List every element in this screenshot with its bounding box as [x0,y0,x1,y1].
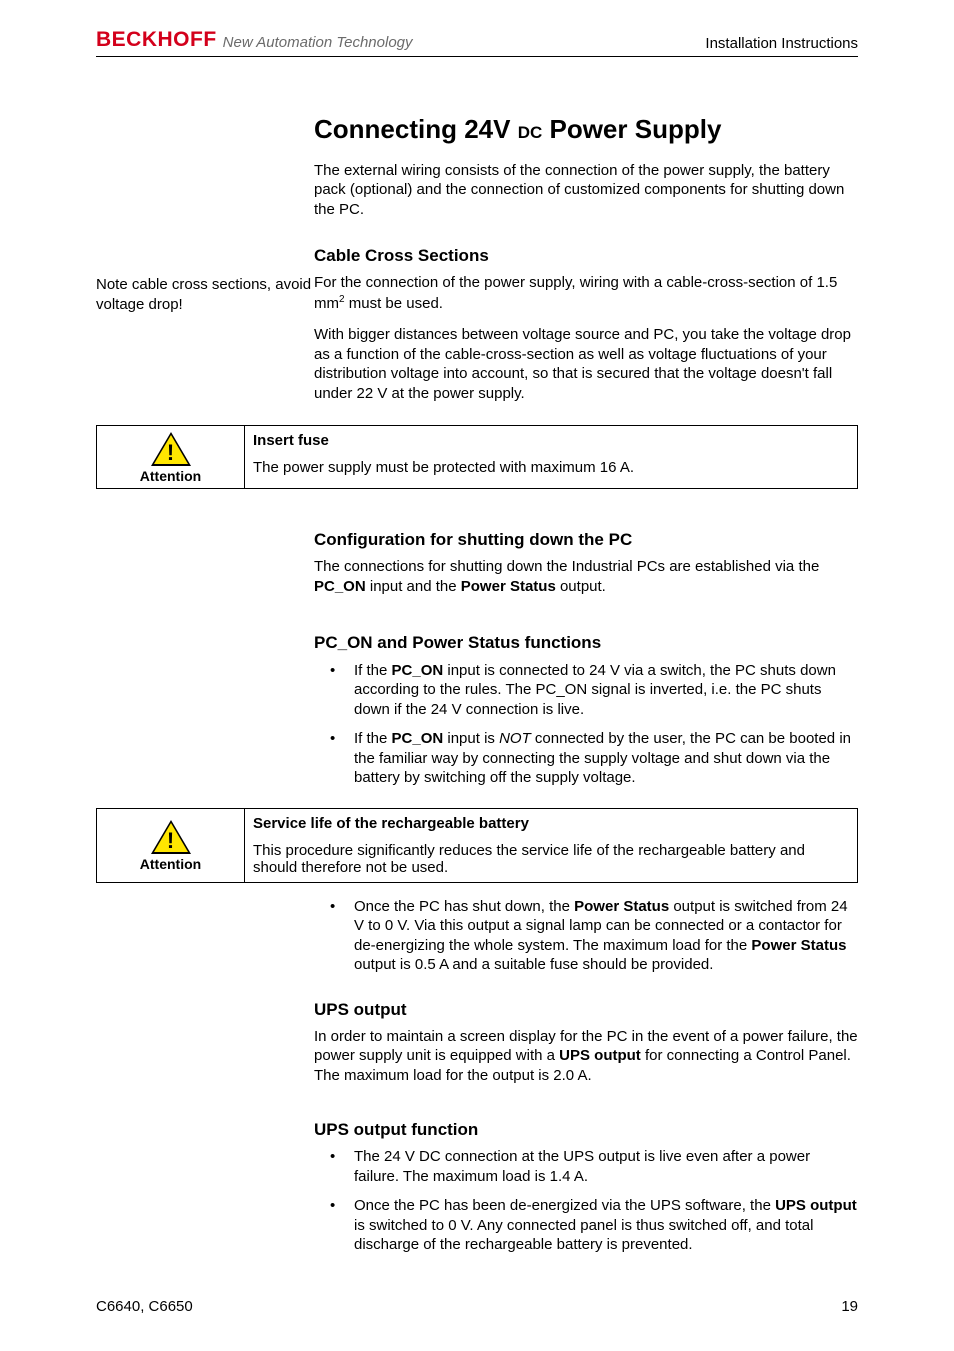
uf2-c: is switched to 0 V. Any connected panel … [354,1217,813,1254]
attention-label: Attention [140,468,201,484]
config-p1: The connections for shutting down the In… [314,557,858,596]
warning-icon: ! [151,820,191,854]
aa-d: Power Status [751,937,846,954]
header-section-label: Installation Instructions [705,35,858,52]
li2-c: input is [443,730,499,747]
sidenote-cable: Note cable cross sections, avoid voltage… [96,273,314,415]
cable-p1-b: must be used. [345,295,443,312]
attention-text: This procedure significantly reduces the… [253,842,849,876]
title-sub: DC [518,123,543,142]
attention-body: Service life of the rechargeable battery… [245,809,857,882]
after-attention-list: Once the PC has shut down, the Power Sta… [314,897,858,975]
cfg-b: PC_ON [314,578,366,595]
uf2-b: UPS output [775,1197,857,1214]
cfg-e: output. [556,578,606,595]
intro-paragraph: The external wiring consists of the conn… [314,161,858,220]
ups-fn-list: The 24 V DC connection at the UPS output… [314,1147,858,1255]
aa-b: Power Status [574,898,669,915]
cfg-a: The connections for shutting down the In… [314,558,819,575]
footer-model: C6640, C6650 [96,1298,193,1315]
attention-box-fuse: ! Attention Insert fuse The power supply… [96,425,858,489]
list-item: If the PC_ON input is connected to 24 V … [314,661,858,720]
logo-tagline: New Automation Technology [223,34,413,51]
heading-pc-on-functions: PC_ON and Power Status functions [314,632,858,654]
list-item: Once the PC has shut down, the Power Sta… [314,897,858,975]
cable-p1: For the connection of the power supply, … [314,273,858,313]
li1-a: If the [354,662,392,679]
uf2-a: Once the PC has been de-energized via th… [354,1197,775,1214]
li2-a: If the [354,730,392,747]
page-title: Connecting 24V DC Power Supply [314,113,858,147]
cfg-c: input and the [366,578,461,595]
title-post: Power Supply [542,114,721,144]
heading-config-shutdown: Configuration for shutting down the PC [314,529,858,551]
footer-page-number: 19 [841,1298,858,1315]
attention-title: Insert fuse [253,432,849,449]
heading-ups-output: UPS output [314,999,858,1021]
attention-text: The power supply must be protected with … [253,459,849,476]
heading-ups-output-function: UPS output function [314,1119,858,1141]
aa-e: output is 0.5 A and a suitable fuse shou… [354,956,713,973]
heading-cable-cross-sections: Cable Cross Sections [314,245,858,267]
attention-title: Service life of the rechargeable battery [253,815,849,832]
page-footer: C6640, C6650 19 [96,1298,858,1315]
page-header: BECKHOFF New Automation Technology Insta… [96,28,858,57]
list-item: The 24 V DC connection at the UPS output… [314,1147,858,1186]
attention-label: Attention [140,856,201,872]
attention-cell: ! Attention [97,426,245,488]
cable-p2: With bigger distances between voltage so… [314,325,858,403]
attention-cell: ! Attention [97,809,245,882]
logo-brand: BECKHOFF [96,28,217,52]
li2-b: PC_ON [392,730,444,747]
attention-box-battery: ! Attention Service life of the recharge… [96,808,858,883]
pc-on-list: If the PC_ON input is connected to 24 V … [314,661,858,788]
warning-icon: ! [151,432,191,466]
attention-body: Insert fuse The power supply must be pro… [245,426,857,488]
logo: BECKHOFF New Automation Technology [96,28,413,52]
ups-b: UPS output [559,1047,641,1064]
li1-b: PC_ON [392,662,444,679]
list-item: Once the PC has been de-energized via th… [314,1196,858,1255]
aa-a: Once the PC has shut down, the [354,898,574,915]
list-item: If the PC_ON input is NOT connected by t… [314,729,858,788]
title-pre: Connecting 24V [314,114,518,144]
cfg-d: Power Status [461,578,556,595]
ups-p: In order to maintain a screen display fo… [314,1027,858,1086]
li2-d: NOT [499,730,531,747]
